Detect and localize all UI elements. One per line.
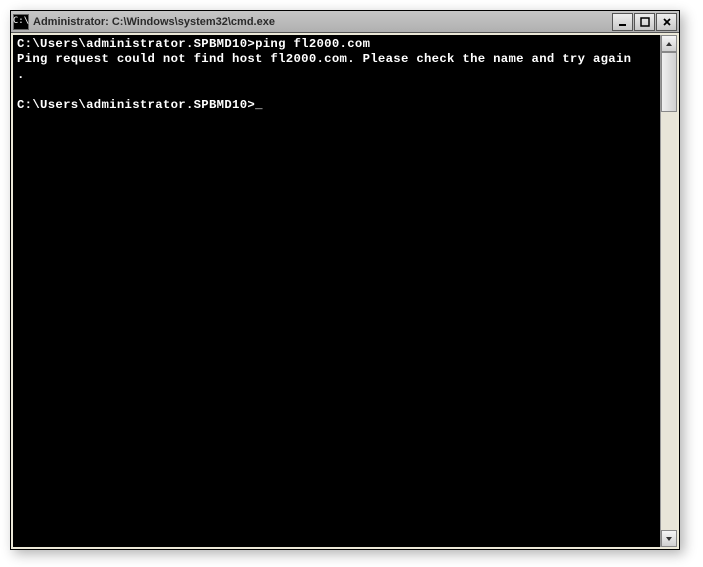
console-output[interactable]: C:\Users\administrator.SPBMD10>ping fl20… <box>13 35 660 547</box>
close-button[interactable] <box>656 13 677 31</box>
minimize-button[interactable] <box>612 13 633 31</box>
titlebar[interactable]: C:\ Administrator: C:\Windows\system32\c… <box>11 11 679 33</box>
maximize-button[interactable] <box>634 13 655 31</box>
vertical-scrollbar[interactable] <box>660 35 677 547</box>
command-prompt-window: C:\ Administrator: C:\Windows\system32\c… <box>10 10 680 550</box>
output-text: . <box>17 68 25 82</box>
prompt-text: C:\Users\administrator.SPBMD10> <box>17 37 255 51</box>
prompt-text: C:\Users\administrator.SPBMD10> <box>17 98 255 112</box>
scroll-thumb[interactable] <box>661 52 677 112</box>
cursor: _ <box>255 98 263 113</box>
client-area: C:\Users\administrator.SPBMD10>ping fl20… <box>11 33 679 549</box>
output-text: Ping request could not find host fl2000.… <box>17 52 631 66</box>
command-text: ping fl2000.com <box>255 37 370 51</box>
window-controls <box>611 13 677 31</box>
app-icon: C:\ <box>13 14 29 30</box>
scroll-track[interactable] <box>661 52 677 530</box>
window-title: Administrator: C:\Windows\system32\cmd.e… <box>33 16 611 28</box>
scroll-down-button[interactable] <box>661 530 677 547</box>
app-icon-glyph: C:\ <box>13 17 29 26</box>
scroll-up-button[interactable] <box>661 35 677 52</box>
